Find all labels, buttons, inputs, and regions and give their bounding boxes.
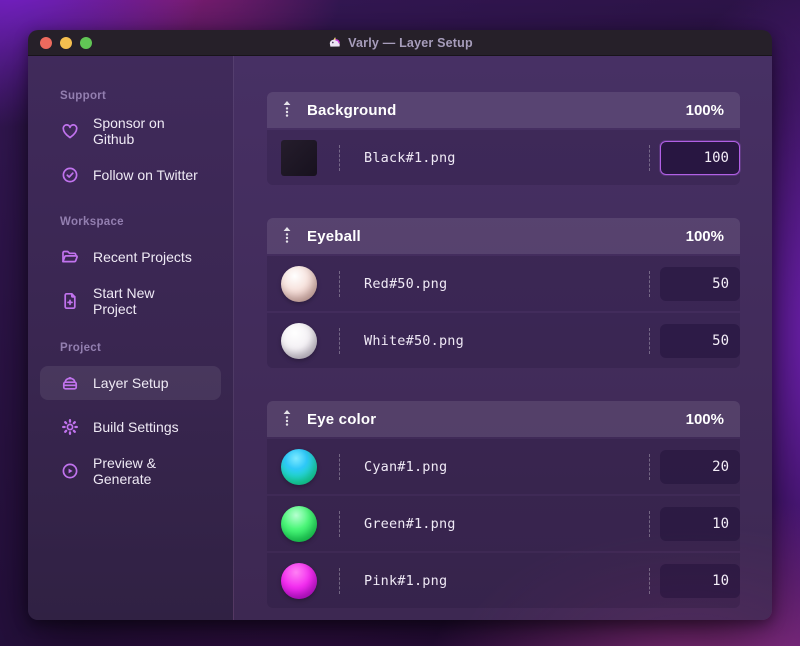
group-title: Background — [307, 101, 397, 119]
sidebar: Support Sponsor on Github Follow on Twit… — [28, 56, 233, 620]
layer-row-red: Red#50.png — [267, 256, 740, 311]
group-header: Eyeball 100% — [267, 218, 740, 254]
layer-thumbnail — [281, 562, 317, 599]
layer-filename: Cyan#1.png — [364, 458, 448, 475]
sidebar-item-sponsor-on-github[interactable]: Sponsor on Github — [40, 114, 221, 148]
section-label-workspace: Workspace — [60, 216, 124, 228]
minimize-button[interactable] — [60, 37, 72, 49]
divider — [339, 270, 340, 297]
group-weight: 100% — [685, 101, 724, 119]
layer-filename: Pink#1.png — [364, 572, 448, 589]
layer-filename: Green#1.png — [364, 515, 456, 532]
sidebar-item-label: Follow on Twitter — [93, 167, 198, 183]
group-title: Eyeball — [307, 227, 361, 245]
sidebar-item-label: Preview & Generate — [93, 455, 157, 487]
sidebar-section-workspace: Workspace Recent Projects Start New Proj… — [40, 216, 221, 318]
layer-row-pink: Pink#1.png — [267, 553, 740, 608]
verified-badge-icon — [60, 165, 80, 185]
title-bar: Varly — Layer Setup — [28, 30, 772, 56]
group-weight: 100% — [685, 410, 724, 428]
divider — [649, 270, 650, 297]
section-label-support: Support — [60, 90, 107, 102]
sidebar-item-label: Recent Projects — [93, 249, 192, 265]
layer-row-black: Black#1.png — [267, 130, 740, 185]
layer-group-eye-color: Eye color 100% Cyan#1.png 20 Green#1.png… — [267, 401, 740, 608]
gear-icon — [60, 417, 80, 437]
layer-thumbnail — [281, 139, 317, 176]
group-weight: 100% — [685, 227, 724, 245]
divider — [649, 144, 650, 171]
group-title: Eye color — [307, 410, 377, 428]
layers-icon — [60, 373, 80, 393]
unicorn-icon — [329, 37, 341, 47]
layer-thumbnail — [281, 505, 317, 542]
sidebar-item-layer-setup[interactable]: Layer Setup — [40, 366, 221, 400]
layer-weight-input[interactable] — [660, 506, 740, 541]
sidebar-section-project: Project Layer Setup Build Settings Previ… — [40, 342, 221, 488]
layer-thumbnail — [281, 322, 317, 359]
divider — [339, 327, 340, 354]
drag-handle-icon[interactable] — [281, 100, 293, 120]
sidebar-item-preview-generate[interactable]: Preview & Generate — [40, 454, 221, 488]
group-header: Eye color 100% — [267, 401, 740, 437]
layer-weight-input[interactable] — [660, 449, 740, 484]
sidebar-item-build-settings[interactable]: Build Settings — [40, 410, 221, 444]
layer-weight-input[interactable] — [660, 563, 740, 598]
sidebar-item-label: Layer Setup — [93, 375, 169, 391]
layer-filename: Black#1.png — [364, 149, 456, 166]
window-title-wrap: Varly — Layer Setup — [327, 35, 473, 50]
sidebar-item-recent-projects[interactable]: Recent Projects — [40, 240, 221, 274]
desktop-wallpaper: Varly — Layer Setup Support Sponsor on G… — [0, 0, 800, 646]
layer-setup-panel: Background 100% Black#1.png 100 Eyeball … — [233, 56, 772, 620]
layer-row-white: White#50.png — [267, 313, 740, 368]
layer-group-background: Background 100% Black#1.png — [267, 92, 740, 185]
layer-weight-input[interactable] — [660, 266, 740, 301]
layer-filename: Red#50.png — [364, 275, 448, 292]
divider — [649, 567, 650, 594]
app-window: Varly — Layer Setup Support Sponsor on G… — [28, 30, 772, 620]
sidebar-item-follow-on-twitter[interactable]: Follow on Twitter — [40, 158, 221, 192]
document-plus-icon — [60, 291, 80, 311]
sidebar-item-label: Build Settings — [93, 419, 179, 435]
layer-row-green: Green#1.png — [267, 496, 740, 551]
traffic-lights — [40, 37, 92, 49]
sidebar-item-start-new-project[interactable]: Start New Project — [40, 284, 221, 318]
group-header: Background 100% — [267, 92, 740, 128]
drag-handle-icon[interactable] — [281, 409, 293, 429]
folder-open-icon — [60, 247, 80, 267]
layer-weight-input[interactable] — [660, 323, 740, 358]
close-button[interactable] — [40, 37, 52, 49]
divider — [339, 453, 340, 480]
play-circle-icon — [60, 461, 80, 481]
layer-weight-input[interactable] — [660, 140, 740, 175]
zoom-button[interactable] — [80, 37, 92, 49]
sidebar-item-label: Sponsor on Github — [93, 115, 165, 147]
layer-row-cyan: Cyan#1.png — [267, 439, 740, 494]
layer-group-eyeball: Eyeball 100% Red#50.png 50 White#50.png … — [267, 218, 740, 368]
sidebar-item-label: Start New Project — [93, 285, 155, 317]
heart-icon — [60, 121, 80, 141]
layer-thumbnail — [281, 265, 317, 302]
section-label-project: Project — [60, 342, 102, 354]
divider — [649, 510, 650, 537]
divider — [649, 453, 650, 480]
layer-filename: White#50.png — [364, 332, 464, 349]
divider — [339, 567, 340, 594]
layer-thumbnail — [281, 448, 317, 485]
window-title: Varly — Layer Setup — [348, 35, 473, 50]
divider — [339, 144, 340, 171]
drag-handle-icon[interactable] — [281, 226, 293, 246]
sidebar-section-support: Support Sponsor on Github Follow on Twit… — [40, 90, 221, 192]
divider — [339, 510, 340, 537]
divider — [649, 327, 650, 354]
